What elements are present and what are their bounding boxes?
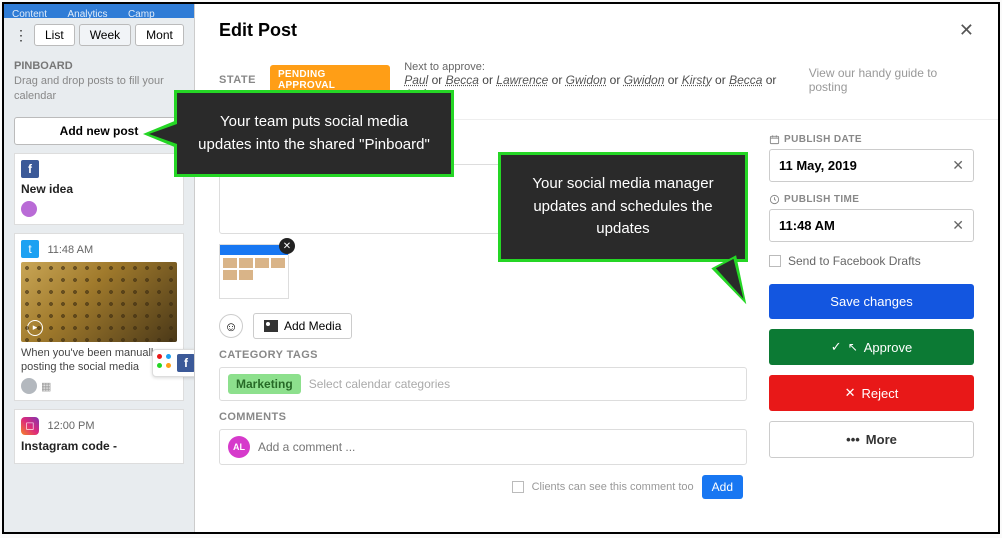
comment-input[interactable] (258, 440, 738, 454)
clear-icon[interactable]: ✕ (952, 217, 964, 234)
card-title: New idea (21, 182, 177, 196)
avatar (21, 378, 37, 394)
close-icon[interactable]: ✕ (959, 20, 974, 41)
arrow-icon (143, 120, 177, 148)
pin-card[interactable]: ◻ 12:00 PM Instagram code - (14, 409, 184, 464)
close-icon: ✕ (845, 385, 856, 401)
image-icon (264, 320, 278, 332)
fb-drafts-checkbox[interactable] (769, 255, 781, 267)
publish-time-label: PUBLISH TIME (769, 194, 974, 205)
add-media-button[interactable]: Add Media (253, 313, 352, 339)
guide-link[interactable]: View our handy guide to posting (809, 66, 974, 94)
approvers: Next to approve: Paul or Becca or Lawren… (404, 59, 794, 101)
check-icon: ✓ (831, 339, 842, 355)
meta-icon: ▦ (41, 380, 51, 393)
client-visible-label: Clients can see this comment too (532, 481, 694, 493)
view-list-button[interactable]: List (34, 24, 75, 46)
publish-date-label: PUBLISH DATE (769, 134, 974, 145)
twitter-icon: t (21, 240, 39, 258)
facebook-icon[interactable]: f (177, 354, 195, 372)
cursor-icon: ↖ (848, 340, 858, 354)
category-label: CATEGORY TAGS (219, 349, 747, 361)
remove-media-icon[interactable]: ✕ (279, 238, 295, 254)
add-comment-button[interactable]: Add (702, 475, 743, 499)
publish-date-field[interactable]: 11 May, 2019 ✕ (769, 149, 974, 182)
channel-picker[interactable]: f (152, 349, 200, 377)
instagram-icon: ◻ (21, 417, 39, 435)
comments-label: COMMENTS (219, 411, 747, 423)
media-thumbnail[interactable]: ✕ (219, 244, 289, 299)
pinboard-title: PINBOARD (4, 52, 194, 74)
sidebar: ⋮ List Week Mont PINBOARD Drag and drop … (4, 18, 194, 532)
emoji-button[interactable]: ☺ (219, 314, 243, 338)
tooltip: Your team puts social media updates into… (174, 90, 454, 177)
clear-icon[interactable]: ✕ (952, 157, 964, 174)
tooltip: Your social media manager updates and sc… (498, 152, 748, 262)
clock-icon (769, 194, 780, 205)
modal-title: Edit Post (219, 20, 297, 41)
view-week-button[interactable]: Week (79, 24, 131, 46)
fb-drafts-label: Send to Facebook Drafts (788, 254, 921, 268)
play-icon: ▸ (27, 320, 43, 336)
avatar: AL (228, 436, 250, 458)
more-button[interactable]: ••• More (769, 421, 974, 458)
category-placeholder: Select calendar categories (309, 377, 450, 391)
facebook-icon: f (21, 160, 39, 178)
card-title: Instagram code - (21, 439, 177, 453)
avatar (21, 201, 37, 217)
publish-time-field[interactable]: 11:48 AM ✕ (769, 209, 974, 242)
grid-icon (157, 354, 173, 370)
card-time: 12:00 PM (47, 420, 94, 432)
pinboard-hint: Drag and drop posts to fill your calenda… (4, 74, 194, 113)
menu-icon[interactable]: ⋮ (12, 26, 30, 44)
category-input[interactable]: Marketing Select calendar categories (219, 367, 747, 401)
calendar-icon (769, 134, 780, 145)
client-visible-checkbox[interactable] (512, 481, 524, 493)
save-button[interactable]: Save changes (769, 284, 974, 319)
state-label: STATE (219, 74, 256, 86)
edit-post-modal: Edit Post ✕ STATE PENDING APPROVAL Next … (194, 4, 998, 532)
approve-button[interactable]: ✓ ↖ Approve (769, 329, 974, 365)
card-image: ▸ (21, 262, 177, 342)
ellipsis-icon: ••• (846, 432, 860, 447)
category-tag[interactable]: Marketing (228, 374, 301, 394)
pin-card[interactable]: f New idea (14, 153, 184, 225)
view-month-button[interactable]: Mont (135, 24, 184, 46)
card-time: 11:48 AM (47, 244, 93, 256)
reject-button[interactable]: ✕ Reject (769, 375, 974, 411)
